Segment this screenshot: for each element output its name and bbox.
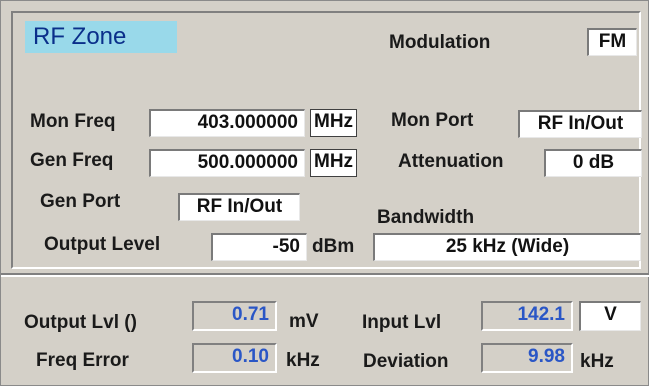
mon-freq-unit[interactable]: MHz <box>310 109 358 137</box>
output-lvl-readout: 0.71 <box>192 301 277 331</box>
modulation-field[interactable]: FM <box>587 28 637 56</box>
panel-title: RF Zone <box>25 21 177 53</box>
output-lvl-unit: mV <box>289 311 319 332</box>
freq-error-label: Freq Error <box>36 350 129 371</box>
mon-freq-label: Mon Freq <box>30 111 116 132</box>
output-level-label: Output Level <box>44 234 161 255</box>
freq-error-unit: kHz <box>286 350 320 371</box>
mon-freq-input[interactable]: 403.000000 <box>149 109 305 137</box>
section-divider <box>1 273 649 277</box>
input-lvl-label: Input Lvl <box>362 312 442 333</box>
attenuation-label: Attenuation <box>398 151 504 172</box>
bandwidth-field[interactable]: 25 kHz (Wide) <box>373 233 641 261</box>
bandwidth-label: Bandwidth <box>377 207 475 228</box>
rf-zone-panel: RF Zone Modulation FM Mon Freq 403.00000… <box>0 0 649 386</box>
input-lvl-readout: 142.1 <box>481 301 573 331</box>
output-lvl-label: Output Lvl () <box>24 312 137 333</box>
modulation-label: Modulation <box>389 32 491 53</box>
freq-error-readout: 0.10 <box>192 343 277 373</box>
deviation-unit: kHz <box>580 351 614 372</box>
deviation-readout: 9.98 <box>481 343 573 373</box>
gen-freq-unit[interactable]: MHz <box>310 149 358 177</box>
gen-freq-label: Gen Freq <box>30 150 114 171</box>
input-lvl-unit-field[interactable]: V <box>579 301 641 331</box>
gen-port-label: Gen Port <box>40 191 121 212</box>
gen-freq-input[interactable]: 500.000000 <box>149 149 305 177</box>
gen-port-field[interactable]: RF In/Out <box>178 193 300 221</box>
mon-port-label: Mon Port <box>391 110 474 131</box>
deviation-label: Deviation <box>363 351 449 372</box>
output-level-input[interactable]: -50 <box>211 233 307 261</box>
mon-port-field[interactable]: RF In/Out <box>518 110 642 138</box>
attenuation-field[interactable]: 0 dB <box>544 149 642 177</box>
output-level-unit: dBm <box>312 236 355 257</box>
